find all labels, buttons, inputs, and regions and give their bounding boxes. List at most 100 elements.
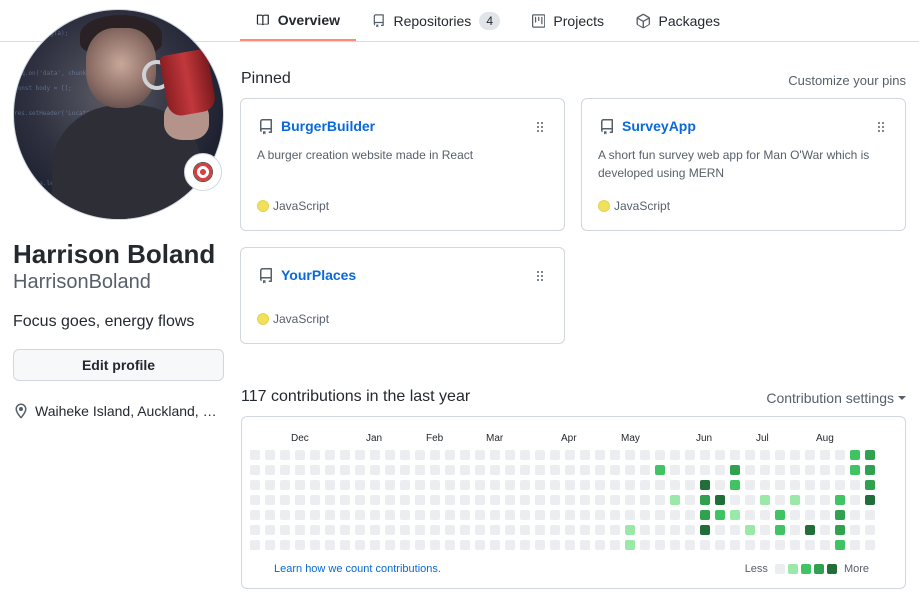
contribution-day-cell[interactable] — [670, 480, 680, 490]
contribution-day-cell[interactable] — [715, 465, 725, 475]
contribution-day-cell[interactable] — [370, 465, 380, 475]
contribution-day-cell[interactable] — [790, 525, 800, 535]
contribution-day-cell[interactable] — [370, 495, 380, 505]
contribution-day-cell[interactable] — [550, 450, 560, 460]
contribution-day-cell[interactable] — [685, 450, 695, 460]
contribution-day-cell[interactable] — [340, 465, 350, 475]
contribution-day-cell[interactable] — [805, 540, 815, 550]
contribution-day-cell[interactable] — [415, 540, 425, 550]
contribution-day-cell[interactable] — [355, 540, 365, 550]
contribution-day-cell[interactable] — [505, 450, 515, 460]
contribution-day-cell[interactable] — [790, 510, 800, 520]
contribution-day-cell[interactable] — [640, 510, 650, 520]
contribution-day-cell[interactable] — [700, 540, 710, 550]
contribution-day-cell[interactable] — [505, 480, 515, 490]
edit-profile-button[interactable]: Edit profile — [13, 349, 224, 381]
contribution-day-cell[interactable] — [760, 525, 770, 535]
contribution-day-cell[interactable] — [715, 495, 725, 505]
contribution-day-cell[interactable] — [535, 540, 545, 550]
contribution-day-cell[interactable] — [850, 525, 860, 535]
contribution-day-cell[interactable] — [745, 450, 755, 460]
contribution-day-cell[interactable] — [280, 480, 290, 490]
contribution-day-cell[interactable] — [805, 525, 815, 535]
contribution-day-cell[interactable] — [610, 525, 620, 535]
contribution-day-cell[interactable] — [625, 450, 635, 460]
contribution-day-cell[interactable] — [265, 540, 275, 550]
contribution-day-cell[interactable] — [610, 495, 620, 505]
contribution-day-cell[interactable] — [490, 540, 500, 550]
contribution-day-cell[interactable] — [295, 540, 305, 550]
contribution-settings-dropdown[interactable]: Contribution settings — [766, 390, 906, 406]
contribution-day-cell[interactable] — [250, 465, 260, 475]
contribution-day-cell[interactable] — [460, 540, 470, 550]
contribution-day-cell[interactable] — [685, 525, 695, 535]
contribution-day-cell[interactable] — [835, 450, 845, 460]
contribution-day-cell[interactable] — [355, 510, 365, 520]
contribution-day-cell[interactable] — [625, 495, 635, 505]
contribution-day-cell[interactable] — [685, 510, 695, 520]
contribution-day-cell[interactable] — [805, 510, 815, 520]
contribution-day-cell[interactable] — [520, 465, 530, 475]
contribution-day-cell[interactable] — [370, 480, 380, 490]
contribution-day-cell[interactable] — [610, 510, 620, 520]
contribution-day-cell[interactable] — [640, 540, 650, 550]
contribution-day-cell[interactable] — [820, 540, 830, 550]
contribution-day-cell[interactable] — [325, 540, 335, 550]
contribution-day-cell[interactable] — [760, 465, 770, 475]
contribution-day-cell[interactable] — [580, 510, 590, 520]
contribution-day-cell[interactable] — [445, 450, 455, 460]
contribution-day-cell[interactable] — [250, 525, 260, 535]
contribution-day-cell[interactable] — [850, 480, 860, 490]
contribution-day-cell[interactable] — [595, 480, 605, 490]
contribution-day-cell[interactable] — [625, 525, 635, 535]
contribution-day-cell[interactable] — [250, 450, 260, 460]
contribution-day-cell[interactable] — [325, 465, 335, 475]
contribution-day-cell[interactable] — [310, 480, 320, 490]
contribution-day-cell[interactable] — [265, 480, 275, 490]
tab-projects[interactable]: Projects — [516, 0, 620, 41]
contribution-day-cell[interactable] — [400, 525, 410, 535]
contribution-day-cell[interactable] — [490, 465, 500, 475]
contribution-day-cell[interactable] — [535, 480, 545, 490]
contribution-day-cell[interactable] — [730, 510, 740, 520]
contribution-day-cell[interactable] — [865, 525, 875, 535]
contribution-day-cell[interactable] — [685, 495, 695, 505]
contribution-day-cell[interactable] — [760, 495, 770, 505]
contribution-day-cell[interactable] — [475, 450, 485, 460]
contribution-day-cell[interactable] — [760, 540, 770, 550]
contribution-day-cell[interactable] — [445, 540, 455, 550]
contribution-day-cell[interactable] — [445, 480, 455, 490]
contribution-day-cell[interactable] — [790, 465, 800, 475]
contribution-day-cell[interactable] — [520, 510, 530, 520]
contribution-day-cell[interactable] — [460, 510, 470, 520]
contribution-day-cell[interactable] — [325, 495, 335, 505]
contribution-day-cell[interactable] — [670, 525, 680, 535]
drag-handle-icon[interactable] — [536, 121, 544, 133]
contribution-day-cell[interactable] — [355, 480, 365, 490]
tab-packages[interactable]: Packages — [620, 0, 736, 41]
contribution-day-cell[interactable] — [700, 510, 710, 520]
contribution-day-cell[interactable] — [355, 495, 365, 505]
repo-name-link[interactable]: YourPlaces — [281, 267, 356, 283]
contribution-day-cell[interactable] — [835, 465, 845, 475]
contribution-day-cell[interactable] — [760, 450, 770, 460]
contribution-day-cell[interactable] — [460, 525, 470, 535]
contribution-day-cell[interactable] — [505, 495, 515, 505]
contribution-day-cell[interactable] — [520, 495, 530, 505]
contribution-day-cell[interactable] — [535, 510, 545, 520]
contribution-day-cell[interactable] — [835, 540, 845, 550]
contribution-day-cell[interactable] — [775, 510, 785, 520]
contribution-day-cell[interactable] — [265, 510, 275, 520]
contribution-day-cell[interactable] — [400, 450, 410, 460]
contribution-day-cell[interactable] — [400, 465, 410, 475]
contribution-day-cell[interactable] — [700, 450, 710, 460]
contribution-day-cell[interactable] — [625, 510, 635, 520]
contribution-day-cell[interactable] — [655, 495, 665, 505]
contribution-day-cell[interactable] — [280, 510, 290, 520]
contribution-day-cell[interactable] — [430, 525, 440, 535]
contribution-day-cell[interactable] — [565, 465, 575, 475]
contribution-day-cell[interactable] — [730, 495, 740, 505]
contribution-day-cell[interactable] — [415, 495, 425, 505]
contribution-day-cell[interactable] — [580, 525, 590, 535]
contribution-day-cell[interactable] — [325, 480, 335, 490]
